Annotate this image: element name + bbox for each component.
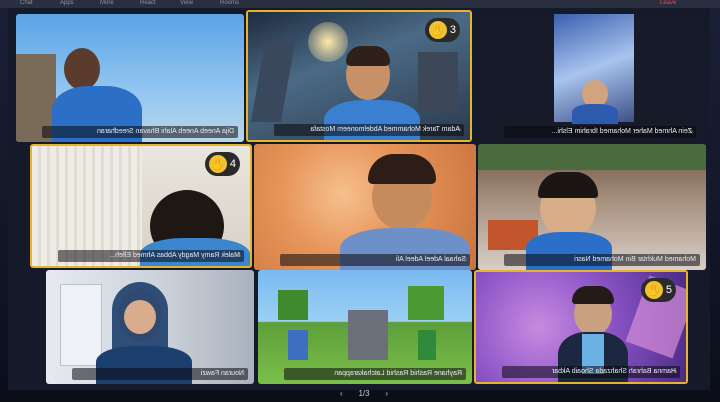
toolbar-item[interactable]: Apps bbox=[60, 0, 74, 7]
participant-name: Zein Ahmed Maher Mohamed Ibrahim Elshi..… bbox=[504, 126, 696, 138]
participant-tile[interactable]: ✎ Nouran Fawzi bbox=[46, 270, 254, 384]
prev-page-button[interactable]: ‹ bbox=[340, 389, 343, 398]
video-feed bbox=[258, 270, 472, 384]
next-page-button[interactable]: › bbox=[385, 389, 388, 398]
raised-hand-icon: ✋ bbox=[644, 281, 663, 299]
participant-name: Hamna Bahrah Shahzada Shoaib Akbar bbox=[502, 366, 680, 378]
video-feed bbox=[16, 14, 244, 142]
participant-tile[interactable]: ✎ Rayhane Rashid Rashid Latchakarappan bbox=[258, 270, 472, 384]
raised-hand-icon: ✋ bbox=[428, 21, 447, 39]
participant-tile[interactable]: ✎ Sahaal Adeel Adeel Ali bbox=[254, 144, 476, 270]
participant-name: Nouran Fawzi bbox=[72, 368, 248, 380]
video-feed bbox=[478, 144, 706, 270]
participant-tile[interactable]: ✋4 ✎ Malek Ramy Magdy Abbas Ahmed Elfeh.… bbox=[30, 144, 252, 268]
video-feed bbox=[254, 144, 476, 270]
page-indicator: 1/3 bbox=[358, 388, 370, 398]
hand-order: 5 bbox=[665, 284, 672, 296]
leave-button[interactable]: Leave bbox=[660, 0, 676, 7]
participant-tile[interactable]: ✋5 ✎ Hamna Bahrah Shahzada Shoaib Akbar bbox=[474, 270, 688, 384]
raised-hand-icon: ✋ bbox=[208, 155, 227, 173]
video-feed bbox=[554, 14, 634, 124]
toolbar-item[interactable]: Rooms bbox=[220, 0, 239, 7]
hand-order: 4 bbox=[229, 158, 236, 170]
participant-tile[interactable]: ✎ Dija Aneeb Aneeb Alahi Bhavan Sreedhar… bbox=[16, 14, 244, 142]
participant-name: Rayhane Rashid Rashid Latchakarappan bbox=[284, 368, 466, 380]
raised-hand-indicator: ✋ 3 bbox=[424, 18, 460, 42]
toolbar-item[interactable]: Chat bbox=[20, 0, 33, 7]
participant-name: Mohamed Mukhtar Bin Mohamed Nasri bbox=[504, 254, 700, 266]
participant-tile[interactable]: ✎ Mohamed Mukhtar Bin Mohamed Nasri bbox=[478, 144, 706, 270]
hand-order: 3 bbox=[449, 24, 456, 36]
toolbar-strip: Chat Apps More React View Rooms Leave bbox=[0, 0, 720, 8]
toolbar-item[interactable]: View bbox=[180, 0, 193, 7]
participant-tile[interactable]: ✎ Zein Ahmed Maher Mohamed Ibrahim Elshi… bbox=[478, 14, 702, 142]
raised-hand-indicator: ✋ 4 bbox=[204, 152, 240, 176]
participant-tile[interactable]: ✋3 ✎ Adam Tarek Mohammed Abdelmoneem Mos… bbox=[246, 10, 472, 142]
raised-hand-indicator: ✋ 5 bbox=[640, 278, 676, 302]
monitor-frame: Chat Apps More React View Rooms Leave ✎ … bbox=[0, 0, 720, 402]
video-grid: ✎ Dija Aneeb Aneeb Alahi Bhavan Sreedhar… bbox=[8, 8, 710, 390]
toolbar-item[interactable]: More bbox=[100, 0, 114, 7]
participant-name: Malek Ramy Magdy Abbas Ahmed Elfeh... bbox=[58, 250, 244, 262]
video-feed bbox=[46, 270, 254, 384]
participant-name: Dija Aneeb Aneeb Alahi Bhavan Sreedharan bbox=[42, 126, 238, 138]
gallery-pager: ‹ 1/3 › bbox=[340, 386, 388, 400]
toolbar-item[interactable]: React bbox=[140, 0, 156, 7]
participant-name: Sahaal Adeel Adeel Ali bbox=[280, 254, 470, 266]
participant-name: Adam Tarek Mohammed Abdelmoneem Mostafa bbox=[274, 124, 464, 136]
